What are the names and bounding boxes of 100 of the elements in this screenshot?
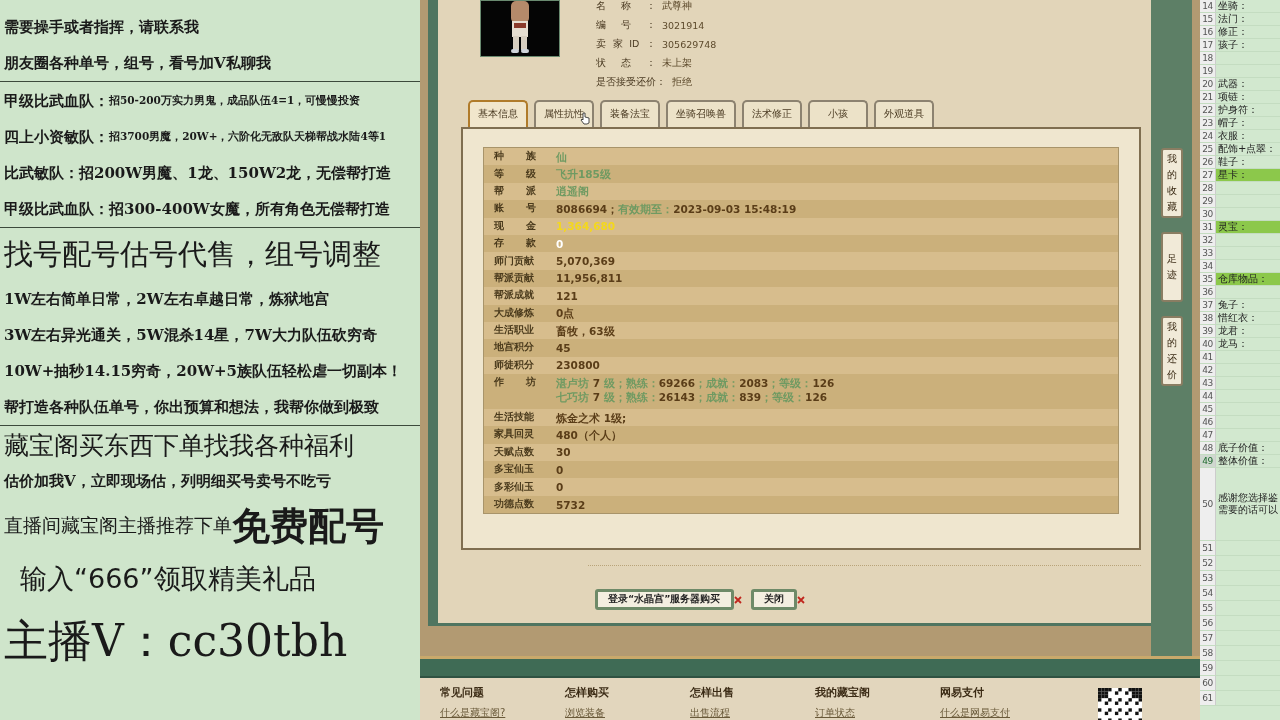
row-number: 29 [1200, 195, 1216, 207]
row-number: 42 [1200, 364, 1216, 376]
field-label: 师门贡献 [494, 254, 535, 268]
action-button[interactable]: 关闭 [750, 589, 797, 610]
field-value: 0 [556, 462, 564, 477]
row-number: 30 [1200, 208, 1216, 220]
row-number: 23 [1200, 117, 1216, 129]
row-number: 38 [1200, 312, 1216, 324]
field-value: 1,364,680 [556, 219, 616, 234]
sheet-cell-text: 修正： [1217, 26, 1249, 38]
field-label: 大成修炼 [494, 306, 535, 320]
field-value: 0 [556, 480, 564, 495]
promo-text: 招50-200万实力男鬼，成品队伍4=1，可慢慢投资 [109, 94, 361, 108]
field-label: 现金 [494, 219, 536, 233]
info-value: 3021914 [662, 20, 705, 31]
info-label: 名称： [596, 0, 656, 13]
sheet-cell-text: 配饰+点翠： [1217, 143, 1278, 155]
row-number: 52 [1200, 556, 1216, 570]
field-value: 仙 [556, 149, 567, 164]
info-value: 305629748 [662, 39, 717, 50]
side-tab[interactable]: 足迹 [1160, 232, 1183, 302]
field-label: 帮派成就 [494, 289, 535, 303]
row-number: 48 [1200, 442, 1216, 454]
row-number: 61 [1200, 691, 1216, 705]
promo-text: 10W+抽秒14.15穷奇，20W+5族队伍轻松虐一切副本！ [4, 361, 402, 381]
field-label: 存款 [494, 237, 536, 251]
field-value: 230800 [556, 358, 600, 373]
field-label: 天赋点数 [494, 445, 535, 459]
promo-text: 甲级比武血队：招300-400W女魔，所有角色无偿帮打造 [4, 199, 390, 219]
info-value: 武尊神 [662, 0, 692, 13]
tab[interactable]: 坐骑召唤兽 [666, 100, 736, 127]
sheet-cell-text: 惜红衣： [1217, 312, 1259, 324]
field-label: 作坊 [494, 376, 536, 390]
row-number: 20 [1200, 78, 1216, 90]
info-label: 卖家ID： [596, 38, 656, 51]
team-name: 四上小资敏队： [4, 127, 109, 147]
field-value: 5732 [556, 497, 586, 512]
field-value: 11,956,811 [556, 271, 623, 286]
field-label: 师徒积分 [494, 358, 535, 372]
promo-text: 需要操手或者指挥，请联系我 [4, 17, 199, 37]
sheet-cell: 仓库物品： [1216, 273, 1280, 285]
row-number: 34 [1200, 260, 1216, 272]
headline: 找号配号估号代售，组号调整 [4, 236, 381, 273]
sheet-cell-text: 感谢您选择鉴 需要的话可以 [1217, 491, 1279, 517]
row-number: 25 [1200, 143, 1216, 155]
tab[interactable]: 外观道具 [874, 100, 934, 127]
tab[interactable]: 法术修正 [742, 100, 802, 127]
row-number: 47 [1200, 429, 1216, 441]
field-value: 逍遥阁 [556, 184, 589, 199]
promo-text: 帮打造各种队伍单号，你出预算和想法，我帮你做到极致 [4, 397, 379, 417]
row-number: 27 [1200, 169, 1216, 181]
sheet-cell-text: 整体价值： [1217, 455, 1269, 467]
row-number: 60 [1200, 676, 1216, 690]
row-number: 45 [1200, 403, 1216, 415]
promo-text: 3W左右异光通关，5W混杀14星，7W大力队伍砍穷奇 [4, 325, 377, 345]
tab[interactable]: 小孩 [808, 100, 868, 127]
field-value: 30 [556, 445, 571, 460]
row-number: 43 [1200, 377, 1216, 389]
team-name: 甲级比武血队： [4, 91, 109, 111]
tab[interactable]: 基本信息 [468, 100, 528, 127]
side-tab[interactable]: 我的收藏 [1160, 148, 1183, 218]
field-label: 家具回灵 [494, 428, 535, 442]
field-value: 炼金之术 1级; [556, 410, 627, 425]
field-label: 地宫积分 [494, 341, 535, 355]
info-value: 拒绝 [672, 76, 692, 89]
sheet-cell: 星卡： [1216, 169, 1280, 181]
sheet-cell-text: 坐骑： [1217, 0, 1249, 12]
gift-text: 输入“666”领取精美礼品 [20, 562, 316, 596]
field-value: 5,070,369 [556, 254, 616, 269]
info-value: 未上架 [662, 57, 692, 70]
footer-heading: 网易支付 [940, 686, 985, 700]
action-button[interactable]: 登录“水晶宫”服务器购买 [595, 589, 734, 610]
field-value: 45 [556, 341, 571, 355]
row-number: 59 [1200, 661, 1216, 675]
row-number: 55 [1200, 601, 1216, 615]
footer-link[interactable]: 浏览装备 [565, 706, 690, 720]
promo-text: 1W左右简单日常，2W左右卓越日常，炼狱地宫 [4, 289, 329, 309]
field-label: 多宝仙玉 [494, 463, 535, 477]
footer-heading: 怎样购买 [565, 686, 610, 700]
row-number: 50 [1200, 468, 1216, 540]
promo-text: 估价加我V，立即现场估，列明细买号卖号不吃亏 [4, 471, 331, 491]
row-number: 31 [1200, 221, 1216, 233]
promo-highlight: 免费配号 [232, 501, 384, 550]
footer-link[interactable]: 出售流程 [690, 706, 815, 720]
qr-code [1098, 688, 1142, 720]
footer-link[interactable]: 订单状态 [815, 706, 940, 720]
field-value: 0点 [556, 306, 575, 321]
row-number: 49 [1200, 455, 1216, 467]
tab[interactable]: 属性抗性 [534, 100, 594, 127]
sheet-cell-text: 项链： [1217, 91, 1249, 103]
tab[interactable]: 装备法宝 [600, 100, 660, 127]
side-tab[interactable]: 我的还价 [1160, 316, 1183, 386]
row-number: 18 [1200, 52, 1216, 64]
footer-link[interactable]: 什么是网易支付 [940, 706, 1065, 720]
field-value: 七巧坊 7 级；熟练：26143；成就：839；等级：126 [556, 390, 828, 405]
row-number: 44 [1200, 390, 1216, 402]
sheet-cell-text: 武器： [1217, 78, 1249, 90]
row-number: 22 [1200, 104, 1216, 116]
footer-link[interactable]: 什么是藏宝阁? [440, 706, 565, 720]
info-label: 是否接受还价： [596, 76, 666, 89]
